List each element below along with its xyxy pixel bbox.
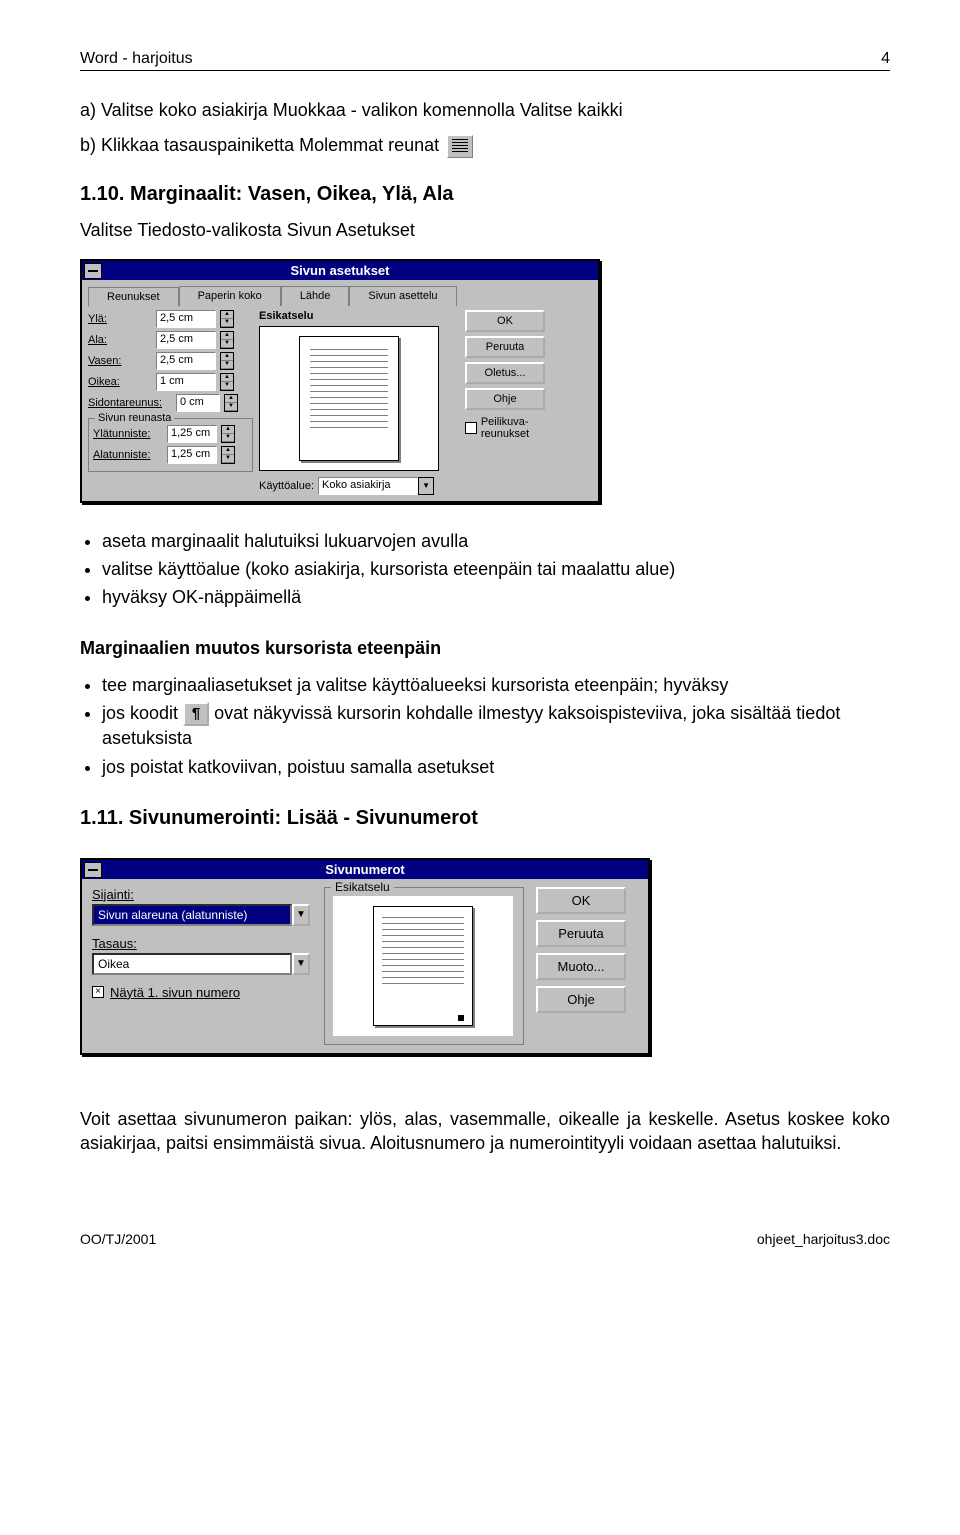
- bullet-2-1: tee marginaaliasetukset ja valitse käytt…: [102, 673, 890, 697]
- tab-paperin-koko[interactable]: Paperin koko: [179, 286, 281, 306]
- page-setup-dialog: Sivun asetukset Reunukset Paperin koko L…: [80, 259, 600, 503]
- justify-both-icon: [447, 135, 473, 158]
- bullet-1-3: hyväksy OK-näppäimellä: [102, 585, 890, 609]
- oletus-button[interactable]: Oletus...: [465, 362, 545, 384]
- dialog1-title: Sivun asetukset: [291, 263, 390, 278]
- bullet-1-2: valitse käyttöalue (koko asiakirja, kurs…: [102, 557, 890, 581]
- dialog1-tabs: Reunukset Paperin koko Lähde Sivun asett…: [88, 286, 592, 306]
- label-tasaus: Tasaus:: [92, 936, 312, 951]
- tab-reunukset[interactable]: Reunukset: [88, 287, 179, 307]
- group-esikatselu: Esikatselu: [324, 887, 524, 1045]
- ohje-button[interactable]: Ohje: [465, 388, 545, 410]
- checkbox-nayta-label: Näytä 1. sivun numero: [110, 985, 240, 1000]
- spinner-alatunniste[interactable]: ▲▼: [221, 446, 235, 464]
- dialog2-title: Sivunumerot: [325, 862, 404, 877]
- preview-box: [259, 326, 439, 471]
- bullet-1-1: aseta marginaalit halutuiksi lukuarvojen…: [102, 529, 890, 553]
- header-right: 4: [881, 50, 890, 68]
- input-oikea[interactable]: 1 cm: [156, 373, 216, 391]
- dialog2-titlebar: Sivunumerot: [82, 860, 648, 879]
- section-1-10-title: 1.10. Marginaalit: Vasen, Oikea, Ylä, Al…: [80, 183, 890, 206]
- bullet-2-3: jos poistat katkoviivan, poistuu samalla…: [102, 755, 890, 779]
- ok-button[interactable]: OK: [536, 887, 626, 914]
- bullet-2-2: jos koodit ¶ ovat näkyvissä kursorin koh…: [102, 701, 890, 751]
- spinner-vasen[interactable]: ▲▼: [220, 352, 234, 370]
- input-ala[interactable]: 2,5 cm: [156, 331, 216, 349]
- dialog1-titlebar: Sivun asetukset: [82, 261, 598, 280]
- step-a: a) Valitse koko asiakirja Muokkaa - vali…: [80, 99, 890, 122]
- spinner-ylatunniste[interactable]: ▲▼: [221, 425, 235, 443]
- checkbox-peilikuva-label: Peilikuva-reunukset: [481, 416, 575, 440]
- spinner-sidonta[interactable]: ▲▼: [224, 394, 238, 412]
- spinner-yla[interactable]: ▲▼: [220, 310, 234, 328]
- spinner-oikea[interactable]: ▲▼: [220, 373, 234, 391]
- label-sijainti: Sijainti:: [92, 887, 312, 902]
- tab-sivun-asettelu[interactable]: Sivun asettelu: [349, 286, 456, 306]
- input-vasen[interactable]: 2,5 cm: [156, 352, 216, 370]
- group-sivun-reunasta: Sivun reunasta Ylätunniste:1,25 cm▲▼ Ala…: [88, 418, 253, 472]
- system-menu-icon[interactable]: [84, 263, 102, 279]
- footer-right: ohjeet_harjoitus3.doc: [757, 1231, 890, 1247]
- preview-page-icon: [299, 336, 399, 461]
- dropdown-sijainti[interactable]: Sivun alareuna (alatunniste) ▼: [92, 904, 312, 926]
- section-1-11-title: 1.11. Sivunumerointi: Lisää - Sivunumero…: [80, 807, 890, 830]
- input-alatunniste[interactable]: 1,25 cm: [167, 446, 217, 464]
- peruuta-button[interactable]: Peruuta: [465, 336, 545, 358]
- spinner-ala[interactable]: ▲▼: [220, 331, 234, 349]
- body-paragraph: Voit asettaa sivunumeron paikan: ylös, a…: [80, 1107, 890, 1156]
- dropdown-tasaus[interactable]: Oikea ▼: [92, 953, 312, 975]
- checkbox-icon[interactable]: [465, 422, 477, 434]
- label-ylatunniste: Ylätunniste:: [93, 428, 163, 440]
- system-menu-icon[interactable]: [84, 862, 102, 878]
- label-yla: Ylä:: [88, 313, 152, 325]
- label-oikea: Oikea:: [88, 376, 152, 388]
- checkbox-nayta[interactable]: × Näytä 1. sivun numero: [92, 985, 312, 1000]
- legend-sivun-reunasta: Sivun reunasta: [95, 412, 174, 424]
- input-yla[interactable]: 2,5 cm: [156, 310, 216, 328]
- page-header: Word - harjoitus 4: [80, 50, 890, 71]
- chevron-down-icon[interactable]: ▼: [292, 953, 310, 975]
- section-1-10-sub: Valitse Tiedosto-valikosta Sivun Asetuks…: [80, 220, 890, 241]
- bullets-1: aseta marginaalit halutuiksi lukuarvojen…: [102, 529, 890, 610]
- preview-page-icon: [373, 906, 473, 1026]
- footer-left: OO/TJ/2001: [80, 1231, 156, 1247]
- chevron-down-icon[interactable]: ▼: [292, 904, 310, 926]
- pilcrow-icon: ¶: [183, 702, 209, 726]
- step-b-text: b) Klikkaa tasauspainiketta Molemmat reu…: [80, 134, 439, 157]
- label-sidonta: Sidontareunus:: [88, 397, 172, 409]
- label-alatunniste: Alatunniste:: [93, 449, 163, 461]
- header-left: Word - harjoitus: [80, 50, 193, 68]
- label-ala: Ala:: [88, 334, 152, 346]
- page-footer: OO/TJ/2001 ohjeet_harjoitus3.doc: [80, 1225, 890, 1247]
- preview-label: Esikatselu: [259, 310, 459, 322]
- muoto-button[interactable]: Muoto...: [536, 953, 626, 980]
- legend-esikatselu: Esikatselu: [331, 880, 394, 894]
- ok-button[interactable]: OK: [465, 310, 545, 332]
- checkbox-peilikuva[interactable]: Peilikuva-reunukset: [465, 416, 575, 440]
- checkbox-icon[interactable]: ×: [92, 986, 104, 998]
- bullets-2: tee marginaaliasetukset ja valitse käytt…: [102, 673, 890, 779]
- peruuta-button[interactable]: Peruuta: [536, 920, 626, 947]
- label-vasen: Vasen:: [88, 355, 152, 367]
- chevron-down-icon[interactable]: ▼: [418, 477, 434, 495]
- input-ylatunniste[interactable]: 1,25 cm: [167, 425, 217, 443]
- step-b-row: b) Klikkaa tasauspainiketta Molemmat reu…: [80, 134, 890, 157]
- marginaalien-heading: Marginaalien muutos kursorista eteenpäin: [80, 638, 890, 659]
- page-numbers-dialog: Sivunumerot Sijainti: Sivun alareuna (al…: [80, 858, 650, 1055]
- input-sidonta[interactable]: 0 cm: [176, 394, 220, 412]
- tab-lahde[interactable]: Lähde: [281, 286, 350, 306]
- label-kayttoalue: Käyttöalue:: [259, 480, 314, 492]
- preview-box: [333, 896, 513, 1036]
- dropdown-kayttoalue[interactable]: Koko asiakirja▼: [318, 477, 434, 495]
- ohje-button[interactable]: Ohje: [536, 986, 626, 1013]
